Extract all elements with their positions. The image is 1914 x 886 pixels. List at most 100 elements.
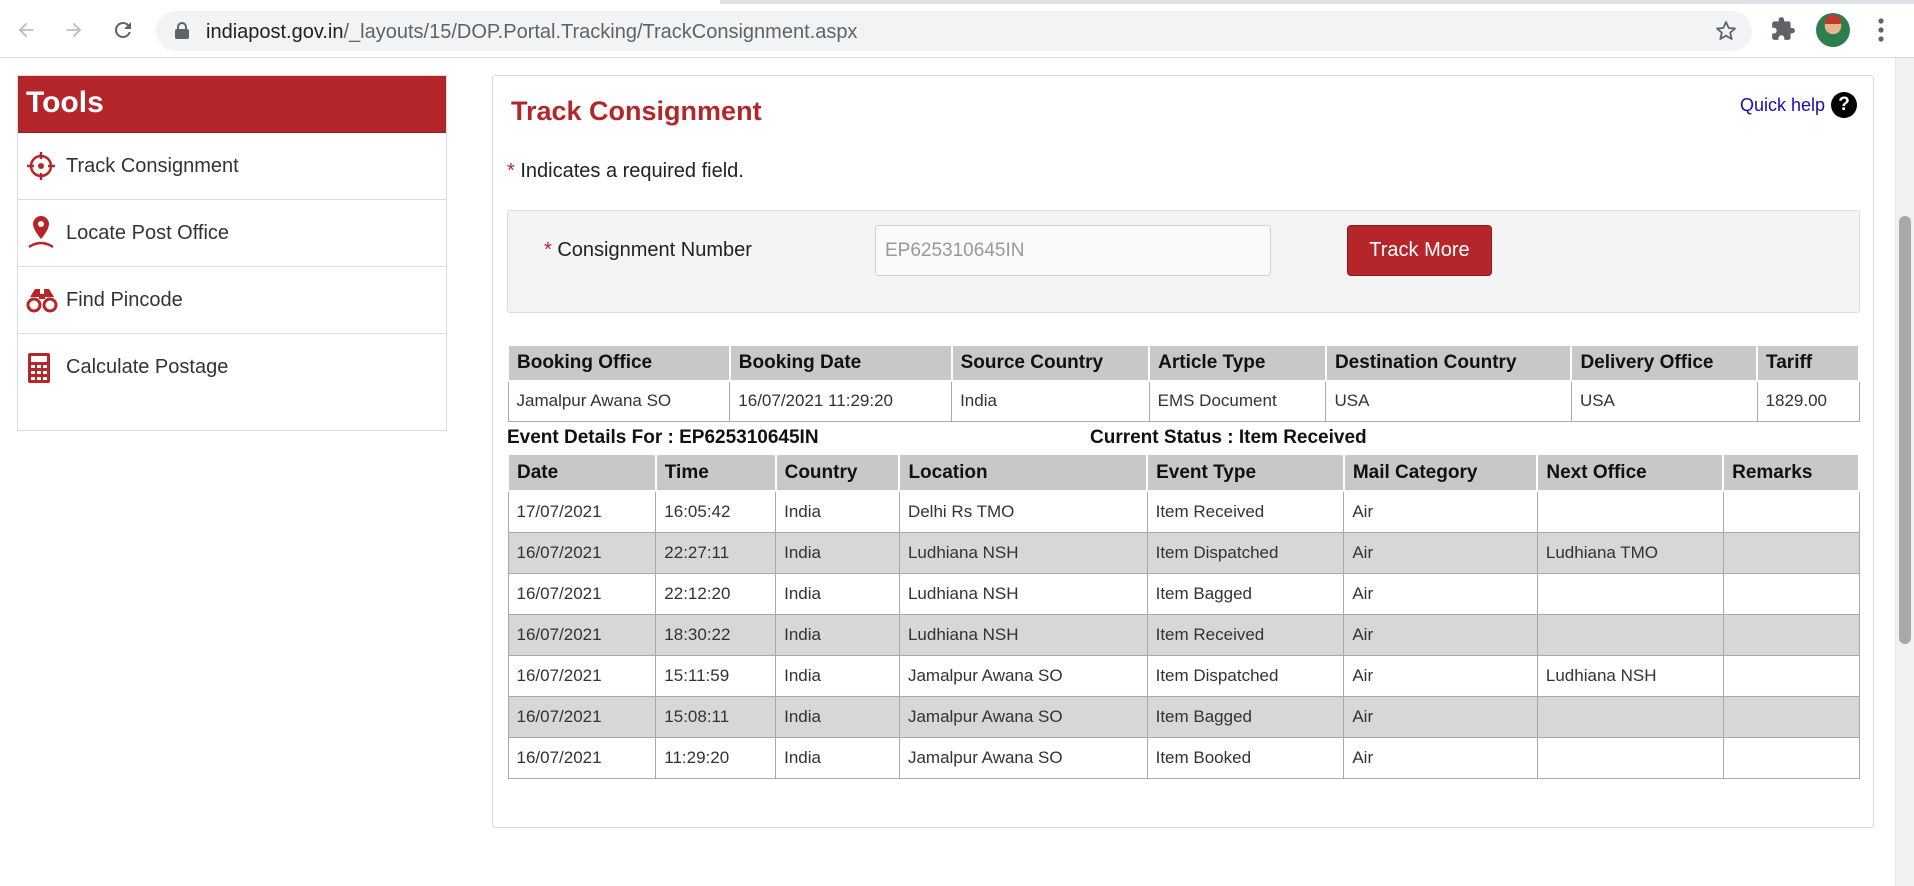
sidebar-item-track-consignment[interactable]: Track Consignment: [18, 133, 446, 200]
table-cell: EMS Document: [1148, 380, 1327, 422]
event-details-label: Event Details For : EP625310645IN: [507, 427, 819, 448]
table-cell: India: [775, 531, 900, 574]
table-cell: USA: [1325, 380, 1572, 422]
event-details-heading: Event Details For : EP625310645IN Curren…: [507, 427, 1860, 449]
back-arrow-icon: [18, 22, 34, 38]
quick-help-label: Quick help: [1739, 94, 1825, 115]
scrollbar-thumb[interactable]: [1899, 216, 1911, 644]
extensions-puzzle-icon[interactable]: [1770, 16, 1796, 42]
required-asterisk: *: [544, 239, 552, 261]
forward-arrow-icon: [66, 22, 82, 38]
consignment-number-label: * Consignment Number: [544, 239, 752, 262]
address-bar[interactable]: indiapost.gov.in/_layouts/15/DOP.Portal.…: [156, 11, 1752, 51]
table-row: Jamalpur Awana SO 16/07/2021 11:29:20 In…: [507, 380, 1860, 422]
table-cell: 1829.00: [1756, 380, 1860, 422]
table-cell: [1722, 736, 1860, 779]
tab-strip: [0, 0, 1914, 4]
column-header: Time: [654, 453, 777, 492]
table-cell: 16:05:42: [655, 490, 777, 533]
table-cell: Air: [1343, 490, 1538, 533]
current-status-label: Current Status : Item Received: [1090, 427, 1367, 448]
table-cell: India: [775, 490, 900, 533]
table-cell: Item Dispatched: [1146, 654, 1345, 697]
event-rows: 17/07/2021 16:05:42 India Delhi Rs TMO I…: [507, 490, 1860, 779]
url-domain: indiapost.gov.in: [206, 21, 344, 43]
table-cell: 16/07/2021 11:29:20: [729, 380, 953, 422]
table-cell: 16/07/2021: [507, 531, 657, 574]
table-cell: Ludhiana NSH: [898, 572, 1148, 615]
required-asterisk: *: [507, 160, 515, 182]
table-cell: USA: [1570, 380, 1758, 422]
crosshair-icon: [27, 152, 55, 180]
table-cell: [1722, 654, 1860, 697]
table-row: 16/07/2021 22:12:20 India Ludhiana NSH I…: [507, 572, 1860, 615]
table-row: 16/07/2021 11:29:20 India Jamalpur Awana…: [507, 736, 1860, 779]
table-cell: Ludhiana NSH: [898, 531, 1148, 574]
table-row: 17/07/2021 16:05:42 India Delhi Rs TMO I…: [507, 490, 1860, 533]
table-cell: Air: [1343, 695, 1538, 738]
table-cell: 15:11:59: [655, 654, 777, 697]
table-cell: Ludhiana NSH: [898, 613, 1148, 656]
track-more-button[interactable]: Track More: [1347, 225, 1492, 276]
table-cell: [1722, 613, 1860, 656]
map-pin-icon: [28, 216, 54, 249]
track-consignment-panel: Track Consignment Quick help ? * Indicat…: [492, 75, 1874, 828]
column-header: Article Type: [1148, 344, 1327, 382]
table-cell: 18:30:22: [655, 613, 777, 656]
table-cell: Item Received: [1146, 490, 1345, 533]
active-tab[interactable]: [0, 0, 720, 4]
consignment-number-input[interactable]: [875, 225, 1271, 276]
sidebar-item-locate-post-office[interactable]: Locate Post Office: [18, 200, 446, 267]
bookmark-star-icon[interactable]: [1714, 19, 1738, 43]
table-cell: 16/07/2021: [507, 695, 657, 738]
sidebar-title: Tools: [18, 76, 446, 133]
reload-icon: [114, 21, 131, 38]
column-header: Booking Office: [507, 344, 731, 382]
browser-menu-icon[interactable]: [1874, 14, 1888, 46]
table-cell: Item Dispatched: [1146, 531, 1345, 574]
table-row: 16/07/2021 15:08:11 India Jamalpur Awana…: [507, 695, 1860, 738]
table-cell: Jamalpur Awana SO: [898, 736, 1148, 779]
required-note-text: Indicates a required field.: [520, 160, 744, 182]
browser-toolbar: indiapost.gov.in/_layouts/15/DOP.Portal.…: [0, 0, 1914, 58]
url-text[interactable]: indiapost.gov.in/_layouts/15/DOP.Portal.…: [206, 21, 857, 44]
column-header: Event Type: [1146, 453, 1345, 492]
binoculars-icon: [26, 289, 58, 313]
table-cell: [1536, 695, 1724, 738]
table-cell: India: [775, 695, 900, 738]
column-header: Mail Category: [1342, 453, 1539, 492]
event-details-table: Date Time Country Location Event Type Ma…: [507, 453, 1860, 779]
table-cell: Item Booked: [1146, 736, 1345, 779]
table-cell: [1536, 736, 1724, 779]
table-cell: Air: [1343, 531, 1538, 574]
table-cell: India: [951, 380, 1150, 422]
table-cell: India: [775, 613, 900, 656]
table-cell: [1722, 572, 1860, 615]
back-button[interactable]: [10, 14, 42, 46]
profile-avatar[interactable]: [1816, 13, 1850, 47]
table-cell: Item Received: [1146, 613, 1345, 656]
column-header: Source Country: [950, 344, 1151, 382]
column-header: Next Office: [1536, 453, 1725, 492]
column-header: Country: [774, 453, 901, 492]
page-scrollbar[interactable]: [1895, 58, 1914, 886]
sidebar-item-calculate-postage[interactable]: Calculate Postage: [18, 334, 446, 401]
forward-button[interactable]: [58, 14, 90, 46]
table-cell: 22:27:11: [655, 531, 777, 574]
sidebar-item-find-pincode[interactable]: Find Pincode: [18, 267, 446, 334]
reload-button[interactable]: [107, 14, 139, 46]
table-cell: 16/07/2021: [507, 572, 657, 615]
sidebar-item-label: Locate Post Office: [66, 221, 230, 244]
table-header-row: Booking Office Booking Date Source Count…: [507, 344, 1860, 382]
table-cell: 16/07/2021: [507, 736, 657, 779]
table-cell: Item Bagged: [1146, 572, 1345, 615]
column-header: Location: [898, 453, 1149, 492]
table-cell: [1536, 613, 1724, 656]
page-title: Track Consignment: [511, 96, 762, 126]
quick-help-link[interactable]: Quick help ?: [1740, 92, 1857, 118]
sidebar-item-label: Track Consignment: [66, 154, 239, 177]
column-header: Delivery Office: [1570, 344, 1759, 382]
sidebar-item-label: Find Pincode: [66, 288, 183, 311]
help-question-icon: ?: [1831, 92, 1857, 118]
table-cell: [1722, 531, 1860, 574]
